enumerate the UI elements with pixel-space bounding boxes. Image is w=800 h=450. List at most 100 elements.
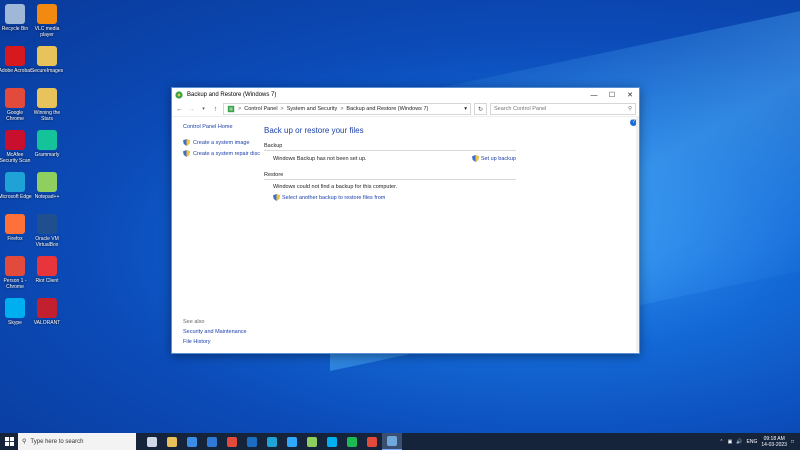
desktop-icon-recycle-bin[interactable]: Recycle Bin: [0, 4, 32, 32]
maximize-button[interactable]: ☐: [603, 88, 621, 102]
language-indicator[interactable]: ENG: [747, 439, 758, 445]
search-icon[interactable]: ⚲: [628, 106, 632, 112]
network-icon[interactable]: ▣: [728, 439, 733, 445]
skype-icon: [327, 436, 337, 447]
taskbar-app-microsoft-store[interactable]: [182, 433, 202, 450]
desktop-icon-riot[interactable]: Riot Client: [30, 256, 64, 284]
sidebar-item-repair-disc[interactable]: Create a system repair disc: [183, 150, 263, 157]
security-maintenance-link[interactable]: Security and Maintenance: [183, 329, 247, 335]
forward-arrow-icon[interactable]: →: [187, 106, 196, 113]
taskbar-search[interactable]: ⚲ Type here to search: [18, 433, 136, 450]
shield-icon: [183, 139, 190, 146]
desktop-icon-folder[interactable]: Winning the Stars: [30, 88, 64, 122]
see-also-section: See also Security and Maintenance File H…: [183, 319, 247, 349]
desktop-icon-skype[interactable]: Skype: [0, 298, 32, 326]
taskbar-app-chrome[interactable]: [222, 433, 242, 450]
taskbar: ⚲ Type here to search ⌃ ▣ 🔊 ENG 09:18 AM…: [0, 433, 800, 450]
desktop-icon-label: Winning the Stars: [33, 110, 61, 122]
notification-icon[interactable]: □: [791, 439, 794, 445]
volume-icon[interactable]: 🔊: [736, 439, 742, 445]
chrome-icon: [5, 256, 25, 276]
up-arrow-icon[interactable]: ↑: [211, 106, 220, 113]
firefox-icon: [5, 214, 25, 234]
restore-row: Windows could not find a backup for this…: [264, 184, 516, 190]
show-hidden-icons-chevron-icon[interactable]: ⌃: [719, 439, 723, 445]
desktop-icon-label: Grammarly: [34, 152, 60, 158]
address-dropdown-icon[interactable]: ▾: [464, 106, 467, 112]
task-view-icon: [147, 436, 157, 447]
desktop-icon-vlc[interactable]: VLC media player: [30, 4, 64, 38]
sidebar: Control Panel Home Create a system image…: [183, 124, 263, 161]
desktop-icon-acrobat[interactable]: Adobe Acrobat: [0, 46, 32, 74]
file-history-link[interactable]: File History: [183, 339, 247, 345]
folder-icon: [37, 88, 57, 108]
create-system-image-link[interactable]: Create a system image: [193, 140, 250, 146]
notepad-plus-icon: [307, 436, 317, 447]
windows-logo-icon: [4, 437, 14, 446]
desktop-icon-label: Notepad++: [34, 194, 60, 200]
shield-icon: [471, 155, 479, 162]
desktop-icon-mcafee[interactable]: McAfee Security Scan: [0, 130, 32, 164]
taskbar-app-photoshop[interactable]: [282, 433, 302, 450]
see-also-heading: See also: [183, 319, 205, 325]
desktop-icon-grammarly[interactable]: Grammarly: [30, 130, 64, 158]
backup-restore-icon: [175, 91, 183, 99]
close-button[interactable]: ✕: [621, 88, 639, 102]
breadcrumb-backup-restore[interactable]: Backup and Restore (Windows 7): [346, 106, 428, 112]
set-up-backup-label: Set up backup: [480, 155, 516, 162]
taskbar-app-outlook[interactable]: [242, 433, 262, 450]
control-panel-icon: [227, 105, 235, 113]
restore-status: Windows could not find a backup for this…: [273, 184, 398, 190]
refresh-icon[interactable]: ↻: [474, 103, 487, 115]
desktop-icon-label: SecureImages: [30, 68, 64, 74]
breadcrumb[interactable]: > Control Panel > System and Security > …: [223, 103, 471, 115]
desktop-icon-folder[interactable]: SecureImages: [30, 46, 64, 74]
select-another-backup-link[interactable]: Select another backup to restore files f…: [273, 194, 385, 201]
scrollbar[interactable]: [636, 116, 639, 352]
breadcrumb-separator: >: [238, 106, 242, 112]
desktop-icon-edge[interactable]: Microsoft Edge: [0, 172, 32, 200]
desktop-icon-label: Firefox: [7, 236, 23, 242]
control-panel-home-link[interactable]: Control Panel Home: [183, 124, 263, 130]
desktop-icon-notepad[interactable]: Notepad++: [30, 172, 64, 200]
desktop-icon-chrome[interactable]: Person 1 - Chrome: [0, 256, 32, 290]
title-bar[interactable]: Backup and Restore (Windows 7) — ☐ ✕: [172, 88, 639, 102]
taskbar-app-file-explorer[interactable]: [162, 433, 182, 450]
taskbar-app-notepad-plus[interactable]: [302, 433, 322, 450]
desktop-icon-chrome[interactable]: Google Chrome: [0, 88, 32, 122]
taskbar-app-mail[interactable]: [202, 433, 222, 450]
grammarly-icon: [37, 130, 57, 150]
back-arrow-icon[interactable]: ←: [175, 106, 184, 113]
virtualbox-icon: [37, 214, 57, 234]
shield-icon: [273, 194, 280, 201]
taskbar-app-task-view[interactable]: [142, 433, 162, 450]
sidebar-item-system-image[interactable]: Create a system image: [183, 139, 263, 146]
create-repair-disc-link[interactable]: Create a system repair disc: [193, 151, 260, 157]
taskbar-app-control-panel[interactable]: [382, 433, 402, 450]
start-button[interactable]: [0, 437, 18, 446]
desktop-icon-firefox[interactable]: Firefox: [0, 214, 32, 242]
breadcrumb-system-security[interactable]: System and Security: [287, 106, 337, 112]
set-up-backup-link[interactable]: Set up backup: [471, 155, 516, 162]
search-input[interactable]: [494, 106, 628, 112]
taskbar-app-chrome-profile[interactable]: [362, 433, 382, 450]
mcafee-icon: [5, 130, 25, 150]
minimize-button[interactable]: —: [585, 88, 603, 102]
breadcrumb-control-panel[interactable]: Control Panel: [244, 106, 277, 112]
taskbar-apps: [142, 433, 402, 450]
taskbar-app-spotify[interactable]: [342, 433, 362, 450]
taskbar-app-skype[interactable]: [322, 433, 342, 450]
chrome-icon: [227, 436, 237, 447]
recycle-bin-icon: [5, 4, 25, 24]
desktop-icon-virtualbox[interactable]: Oracle VM VirtualBox: [30, 214, 64, 248]
desktop-icon-valorant[interactable]: VALORANT: [30, 298, 64, 326]
clock[interactable]: 09:18 AM 14-03-2023: [761, 436, 787, 448]
restore-section-header: Restore: [264, 172, 516, 180]
desktop-icon-label: Adobe Acrobat: [0, 68, 32, 74]
recent-locations-chevron-icon[interactable]: ▾: [199, 106, 208, 112]
control-panel-icon: [387, 436, 397, 446]
desktop-icon-label: Person 1 - Chrome: [3, 278, 27, 290]
taskbar-app-edge[interactable]: [262, 433, 282, 450]
search-box[interactable]: ⚲: [490, 103, 636, 115]
backup-section-header: Backup: [264, 143, 516, 151]
